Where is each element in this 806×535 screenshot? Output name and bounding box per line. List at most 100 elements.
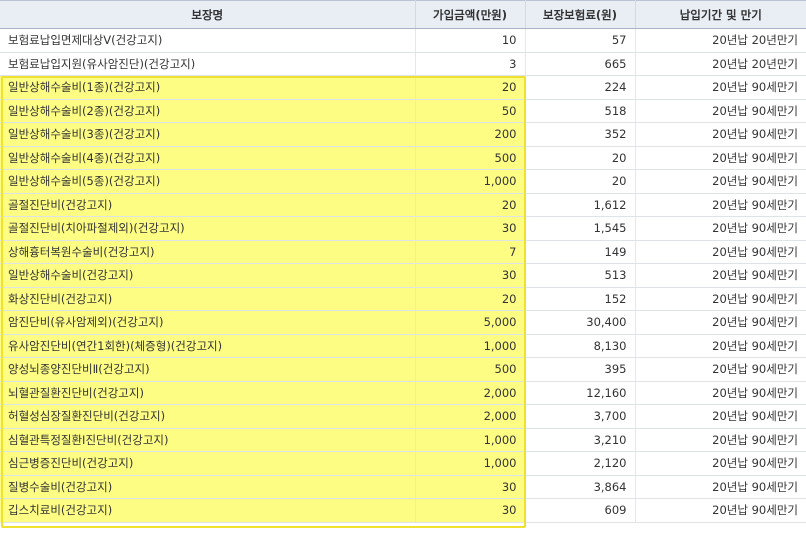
coverage-name-cell: 골절진단비(건강고지) [0, 193, 416, 217]
coverage-amount-cell: 200 [415, 122, 526, 147]
coverage-amount-cell: 30 [415, 498, 526, 523]
payment-term-cell: 20년납 20년만기 [635, 28, 806, 53]
coverage-name-cell: 깁스치료비(건강고지) [0, 498, 416, 523]
payment-term-cell: 20년납 90세만기 [635, 428, 806, 452]
table-row: 심혈관특정질환Ⅰ진단비(건강고지) 1,000 3,210 20년납 90세만기 [0, 428, 806, 452]
payment-term-cell: 20년납 90세만기 [635, 216, 806, 241]
premium-cell: 2,120 [525, 451, 636, 476]
table-row: 화상진단비(건강고지) 20 152 20년납 90세만기 [0, 287, 806, 311]
payment-term-cell: 20년납 90세만기 [635, 310, 806, 335]
coverage-amount-cell: 30 [415, 216, 526, 241]
coverage-amount-cell: 1,000 [415, 451, 526, 476]
payment-term-cell: 20년납 90세만기 [635, 381, 806, 405]
header-premium: 보장보험료(원) [525, 0, 636, 29]
table-row: 상해흉터복원수술비(건강고지) 7 149 20년납 90세만기 [0, 240, 806, 264]
table-row: 심근병증진단비(건강고지) 1,000 2,120 20년납 90세만기 [0, 451, 806, 476]
premium-cell: 352 [525, 122, 636, 147]
premium-cell: 57 [525, 28, 636, 53]
coverage-name-cell: 일반상해수술비(2종)(건강고지) [0, 99, 416, 123]
coverage-amount-cell: 2,000 [415, 381, 526, 405]
coverage-name-cell: 암진단비(유사암제외)(건강고지) [0, 310, 416, 335]
coverage-name-cell: 뇌혈관질환진단비(건강고지) [0, 381, 416, 405]
table-body: 보험료납입면제대상Ⅴ(건강고지) 10 57 20년납 20년만기 보험료납입지원(유사… [0, 28, 806, 523]
coverage-name-cell: 질병수술비(건강고지) [0, 475, 416, 499]
premium-cell: 395 [525, 357, 636, 382]
payment-term-cell: 20년납 90세만기 [635, 498, 806, 523]
payment-term-cell: 20년납 90세만기 [635, 263, 806, 288]
premium-cell: 8,130 [525, 334, 636, 358]
premium-cell: 149 [525, 240, 636, 264]
coverage-name-cell: 일반상해수술비(5종)(건강고지) [0, 169, 416, 194]
header-coverage-name: 보장명 [0, 0, 416, 29]
coverage-amount-cell: 1,000 [415, 428, 526, 452]
table-row: 일반상해수술비(1종)(건강고지) 20 224 20년납 90세만기 [0, 75, 806, 100]
payment-term-cell: 20년납 90세만기 [635, 334, 806, 358]
premium-cell: 20 [525, 146, 636, 170]
payment-term-cell: 20년납 90세만기 [635, 451, 806, 476]
table-row: 일반상해수술비(2종)(건강고지) 50 518 20년납 90세만기 [0, 99, 806, 123]
coverage-amount-cell: 3 [415, 52, 526, 76]
coverage-table: 보장명 가입금액(만원) 보장보험료(원) 납입기간 및 만기 보험료납입면제대… [0, 0, 806, 523]
payment-term-cell: 20년납 90세만기 [635, 99, 806, 123]
premium-cell: 152 [525, 287, 636, 311]
table-row: 골절진단비(치아파절제외)(건강고지) 30 1,545 20년납 90세만기 [0, 216, 806, 241]
coverage-name-cell: 양성뇌종양진단비Ⅱ(건강고지) [0, 357, 416, 382]
coverage-amount-cell: 500 [415, 146, 526, 170]
payment-term-cell: 20년납 90세만기 [635, 146, 806, 170]
coverage-amount-cell: 30 [415, 263, 526, 288]
table-row: 양성뇌종양진단비Ⅱ(건강고지) 500 395 20년납 90세만기 [0, 357, 806, 382]
coverage-name-cell: 심혈관특정질환Ⅰ진단비(건강고지) [0, 428, 416, 452]
coverage-name-cell: 상해흉터복원수술비(건강고지) [0, 240, 416, 264]
coverage-name-cell: 보험료납입지원(유사암진단)(건강고지) [0, 52, 416, 76]
coverage-amount-cell: 50 [415, 99, 526, 123]
payment-term-cell: 20년납 90세만기 [635, 475, 806, 499]
coverage-amount-cell: 500 [415, 357, 526, 382]
coverage-amount-cell: 20 [415, 75, 526, 100]
table-row: 일반상해수술비(4종)(건강고지) 500 20 20년납 90세만기 [0, 146, 806, 170]
coverage-amount-cell: 10 [415, 28, 526, 53]
table-row: 보험료납입지원(유사암진단)(건강고지) 3 665 20년납 20년만기 [0, 52, 806, 76]
premium-cell: 1,545 [525, 216, 636, 241]
premium-cell: 30,400 [525, 310, 636, 335]
premium-cell: 3,864 [525, 475, 636, 499]
premium-cell: 609 [525, 498, 636, 523]
payment-term-cell: 20년납 90세만기 [635, 240, 806, 264]
coverage-amount-cell: 7 [415, 240, 526, 264]
table-row: 암진단비(유사암제외)(건강고지) 5,000 30,400 20년납 90세만기 [0, 310, 806, 335]
premium-cell: 224 [525, 75, 636, 100]
table-row: 일반상해수술비(3종)(건강고지) 200 352 20년납 90세만기 [0, 122, 806, 147]
header-coverage-amount: 가입금액(만원) [415, 0, 526, 29]
coverage-name-cell: 화상진단비(건강고지) [0, 287, 416, 311]
payment-term-cell: 20년납 90세만기 [635, 75, 806, 100]
coverage-amount-cell: 1,000 [415, 334, 526, 358]
coverage-amount-cell: 20 [415, 287, 526, 311]
table-row: 일반상해수술비(5종)(건강고지) 1,000 20 20년납 90세만기 [0, 169, 806, 194]
payment-term-cell: 20년납 20년만기 [635, 52, 806, 76]
premium-cell: 1,612 [525, 193, 636, 217]
premium-cell: 20 [525, 169, 636, 194]
payment-term-cell: 20년납 90세만기 [635, 169, 806, 194]
table-header-row: 보장명 가입금액(만원) 보장보험료(원) 납입기간 및 만기 [0, 0, 806, 29]
table-row: 일반상해수술비(건강고지) 30 513 20년납 90세만기 [0, 263, 806, 288]
payment-term-cell: 20년납 90세만기 [635, 287, 806, 311]
coverage-name-cell: 골절진단비(치아파절제외)(건강고지) [0, 216, 416, 241]
coverage-name-cell: 심근병증진단비(건강고지) [0, 451, 416, 476]
coverage-amount-cell: 1,000 [415, 169, 526, 194]
coverage-name-cell: 보험료납입면제대상Ⅴ(건강고지) [0, 28, 416, 53]
premium-cell: 12,160 [525, 381, 636, 405]
payment-term-cell: 20년납 90세만기 [635, 122, 806, 147]
coverage-name-cell: 일반상해수술비(4종)(건강고지) [0, 146, 416, 170]
coverage-name-cell: 일반상해수술비(건강고지) [0, 263, 416, 288]
coverage-name-cell: 일반상해수술비(3종)(건강고지) [0, 122, 416, 147]
premium-cell: 3,210 [525, 428, 636, 452]
table-row: 질병수술비(건강고지) 30 3,864 20년납 90세만기 [0, 475, 806, 499]
premium-cell: 3,700 [525, 404, 636, 429]
coverage-name-cell: 허혈성심장질환진단비(건강고지) [0, 404, 416, 429]
premium-cell: 518 [525, 99, 636, 123]
premium-cell: 513 [525, 263, 636, 288]
coverage-name-cell: 유사암진단비(연간1회한)(체증형)(건강고지) [0, 334, 416, 358]
table-row: 골절진단비(건강고지) 20 1,612 20년납 90세만기 [0, 193, 806, 217]
payment-term-cell: 20년납 90세만기 [635, 193, 806, 217]
table-row: 허혈성심장질환진단비(건강고지) 2,000 3,700 20년납 90세만기 [0, 404, 806, 429]
coverage-name-cell: 일반상해수술비(1종)(건강고지) [0, 75, 416, 100]
